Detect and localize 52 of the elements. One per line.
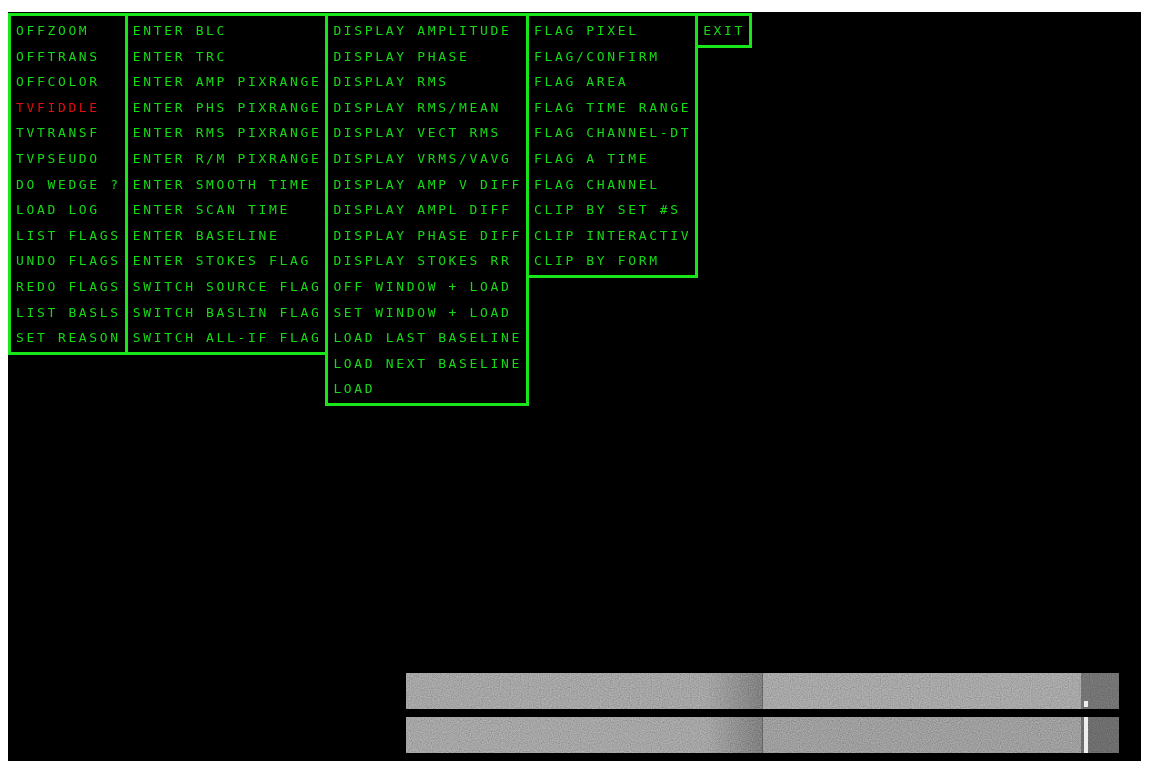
menu-item[interactable]: TVFIDDLE — [16, 94, 121, 121]
menu-item[interactable]: FLAG PIXEL — [533, 18, 692, 44]
menu-item[interactable]: SET WINDOW + LOAD — [333, 299, 522, 326]
menu-item[interactable]: DISPLAY PHASE — [333, 43, 522, 70]
menu-item[interactable]: ENTER R/M PIXRANGE — [132, 145, 322, 172]
menu-item[interactable]: OFFTRANS — [16, 43, 121, 70]
menu-item[interactable]: OFFZOOM — [16, 18, 121, 44]
menu-item[interactable]: ENTER BASELINE — [132, 222, 322, 249]
menu-item[interactable]: TVTRANSF — [16, 120, 121, 146]
menu-item[interactable]: SWITCH SOURCE FLAG — [132, 273, 322, 300]
menu-item[interactable]: DISPLAY AMP V DIFF — [333, 171, 522, 198]
menu-item[interactable]: CLIP INTERACTIV — [533, 222, 692, 249]
menu-item[interactable]: FLAG/CONFIRM — [533, 43, 692, 70]
menu-item[interactable]: DISPLAY AMPL DIFF — [333, 197, 522, 223]
menu-item[interactable]: DISPLAY VRMS/VAVG — [333, 145, 522, 172]
menu-item[interactable]: TVPSEUDO — [16, 145, 121, 172]
menu-item[interactable]: UNDO FLAGS — [16, 248, 121, 274]
menu-item[interactable]: DISPLAY RMS — [333, 69, 522, 95]
menu-item[interactable]: FLAG CHANNEL — [533, 171, 692, 198]
menu-item[interactable]: ENTER BLC — [132, 18, 322, 44]
menu-item[interactable]: LOAD NEXT BASELINE — [333, 350, 522, 377]
menu-item[interactable]: ENTER SMOOTH TIME — [132, 171, 322, 198]
menu-item[interactable]: LIST FLAGS — [16, 222, 121, 249]
menu-item[interactable]: ENTER RMS PIXRANGE — [132, 120, 322, 146]
menu-item[interactable]: ENTER STOKES FLAG — [132, 248, 322, 274]
menu-item[interactable]: LOAD LAST BASELINE — [333, 325, 522, 351]
menu-item[interactable]: REDO FLAGS — [16, 273, 121, 300]
menu-item[interactable]: EXIT — [703, 18, 746, 44]
menu-item[interactable]: LOAD LOG — [16, 197, 121, 223]
menu-item[interactable]: LIST BASLS — [16, 299, 121, 326]
menu-item[interactable]: DISPLAY VECT RMS — [333, 120, 522, 146]
menu-item[interactable]: DISPLAY RMS/MEAN — [333, 94, 522, 121]
menu-item[interactable]: CLIP BY SET #S — [533, 197, 692, 223]
menu-item[interactable]: SET REASON — [16, 325, 121, 351]
menu-item[interactable]: SWITCH BASLIN FLAG — [132, 299, 322, 326]
menu-item[interactable]: ENTER AMP PIXRANGE — [132, 69, 322, 95]
menu-item[interactable]: SWITCH ALL-IF FLAG — [132, 325, 322, 351]
menu-item[interactable]: ENTER TRC — [132, 43, 322, 70]
menu-item[interactable]: FLAG TIME RANGE — [533, 94, 692, 121]
menu-item[interactable]: OFFCOLOR — [16, 69, 121, 95]
menu-item[interactable]: OFF WINDOW + LOAD — [333, 273, 522, 300]
menu-item[interactable]: LOAD — [333, 376, 522, 402]
menu-item[interactable]: DISPLAY AMPLITUDE — [333, 18, 522, 44]
menu-item[interactable]: CLIP BY FORM — [533, 248, 692, 274]
menu-item[interactable]: DISPLAY PHASE DIFF — [333, 222, 522, 249]
menu-item[interactable]: FLAG CHANNEL-DT — [533, 120, 692, 146]
menu-item[interactable]: DISPLAY STOKES RR — [333, 248, 522, 274]
menu-item[interactable]: FLAG AREA — [533, 69, 692, 95]
menu-item[interactable]: FLAG A TIME — [533, 145, 692, 172]
menu-item[interactable]: ENTER PHS PIXRANGE — [132, 94, 322, 121]
menu-item[interactable]: ENTER SCAN TIME — [132, 197, 322, 223]
menu-item[interactable]: DO WEDGE ? — [16, 171, 121, 198]
